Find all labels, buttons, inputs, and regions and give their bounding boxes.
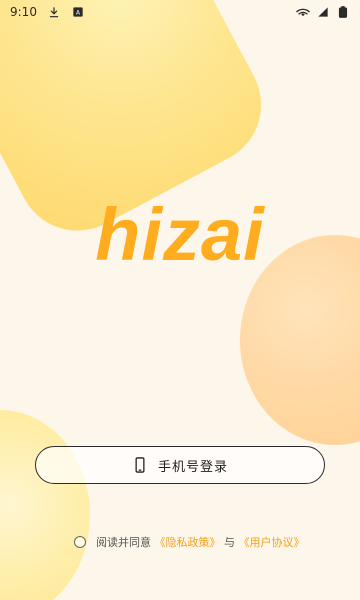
phone-login-label: 手机号登录 — [157, 459, 228, 475]
status-right — [296, 5, 350, 19]
status-left: 9:10 A — [10, 5, 85, 19]
agreement-prefix: 阅读并同意 — [96, 536, 151, 549]
app-logo: hizai — [0, 192, 360, 277]
terms-link[interactable]: 《用户协议》 — [239, 536, 305, 549]
agreement-checkbox[interactable] — [74, 536, 86, 548]
agreement-middle: 与 — [224, 536, 235, 549]
battery-icon — [336, 5, 350, 19]
login-screen: 9:10 A hizai 手机号登录 阅读并同意 《隐私政策》 与 《用户协议》 — [0, 0, 360, 600]
agreement-row: 阅读并同意 《隐私政策》 与 《用户协议》 — [74, 534, 305, 550]
agreement-text: 阅读并同意 《隐私政策》 与 《用户协议》 — [96, 534, 305, 550]
download-icon — [47, 5, 61, 19]
decorative-bottom-blob — [0, 410, 90, 600]
status-bar: 9:10 A — [0, 0, 360, 24]
phone-icon — [132, 456, 148, 474]
status-time: 9:10 — [10, 5, 37, 19]
a-badge-icon: A — [71, 5, 85, 19]
wifi-icon — [296, 5, 310, 19]
phone-login-button[interactable]: 手机号登录 — [35, 446, 325, 484]
signal-icon — [316, 5, 330, 19]
svg-text:A: A — [76, 10, 80, 16]
logo-text: hizai — [95, 193, 265, 276]
privacy-policy-link[interactable]: 《隐私政策》 — [155, 536, 221, 549]
